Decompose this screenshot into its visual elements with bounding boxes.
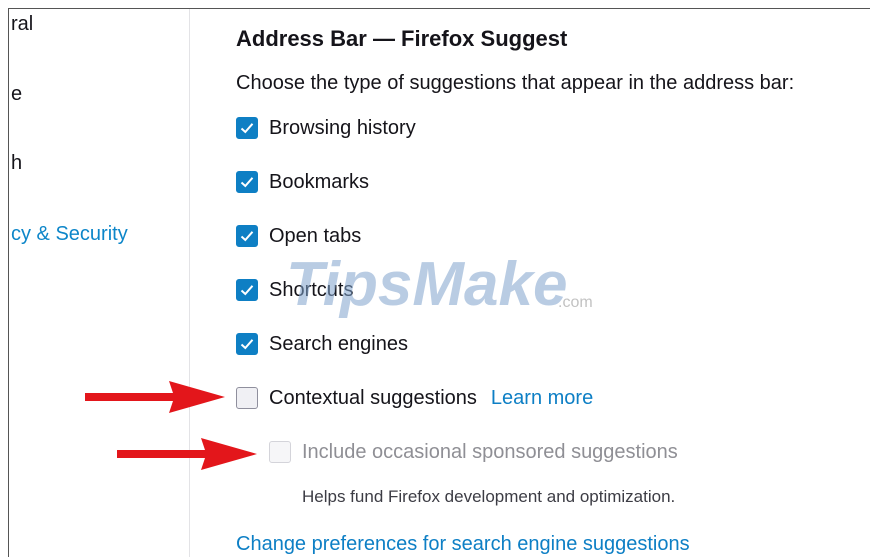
search-engines-checkbox[interactable] — [236, 333, 258, 355]
learn-more-link[interactable]: Learn more — [491, 387, 593, 410]
section-title: Address Bar — Firefox Suggest — [236, 26, 568, 51]
checkmark-icon — [240, 231, 254, 242]
checkmark-icon — [240, 339, 254, 350]
open-tabs-label: Open tabs — [269, 224, 362, 247]
sidebar-item-general[interactable]: ral — [11, 13, 33, 36]
red-arrow-icon — [117, 438, 257, 470]
option-sponsored-suggestions: Include occasional sponsored suggestions — [269, 438, 678, 466]
shortcuts-checkbox[interactable] — [236, 279, 258, 301]
shortcuts-label: Shortcuts — [269, 278, 354, 301]
browsing-history-checkbox[interactable] — [236, 117, 258, 139]
bookmarks-label: Bookmarks — [269, 170, 370, 193]
sidebar-item-home[interactable]: e — [11, 83, 22, 106]
option-contextual-suggestions[interactable]: Contextual suggestions Learn more — [236, 384, 593, 412]
section-description: Choose the type of suggestions that appe… — [236, 72, 795, 94]
contextual-suggestions-label: Contextual suggestions — [269, 386, 477, 409]
bookmarks-checkbox[interactable] — [236, 171, 258, 193]
sponsored-suggestions-label: Include occasional sponsored suggestions — [302, 440, 678, 463]
search-engines-label: Search engines — [269, 332, 408, 355]
checkmark-icon — [240, 285, 254, 296]
address-bar-section: Address Bar — Firefox Suggest Choose the… — [236, 9, 870, 557]
open-tabs-checkbox[interactable] — [236, 225, 258, 247]
contextual-suggestions-checkbox[interactable] — [236, 387, 258, 409]
option-bookmarks[interactable]: Bookmarks — [236, 168, 369, 196]
option-search-engines[interactable]: Search engines — [236, 330, 408, 358]
browsing-history-label: Browsing history — [269, 116, 416, 139]
option-open-tabs[interactable]: Open tabs — [236, 222, 361, 250]
option-browsing-history[interactable]: Browsing history — [236, 114, 416, 142]
checkmark-icon — [240, 123, 254, 134]
sponsored-suggestions-checkbox — [269, 441, 291, 463]
option-shortcuts[interactable]: Shortcuts — [236, 276, 353, 304]
sponsored-hint-text: Helps fund Firefox development and optim… — [302, 487, 676, 506]
search-engine-preferences-link[interactable]: Change preferences for search engine sug… — [236, 533, 690, 556]
sidebar-item-privacy-security[interactable]: cy & Security — [11, 223, 128, 246]
sidebar-item-search[interactable]: h — [11, 152, 22, 175]
preferences-window: ral e h cy & Security Address Bar — Fire… — [8, 8, 870, 557]
checkmark-icon — [240, 177, 254, 188]
red-arrow-icon — [85, 381, 225, 413]
